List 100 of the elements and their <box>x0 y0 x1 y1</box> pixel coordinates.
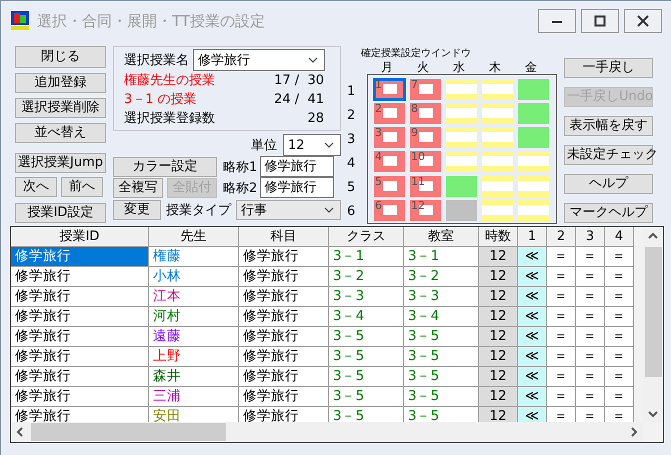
column-header[interactable]: 教室 <box>404 227 479 247</box>
table-cell: ≪ <box>518 287 547 307</box>
table-cell: 修学旅行 <box>239 347 329 367</box>
table-cell: ＝ <box>605 347 634 367</box>
table-cell: 3－2 <box>329 267 404 287</box>
action-button[interactable]: 閉じる <box>15 46 106 68</box>
action-button[interactable]: 表示幅を戻す <box>564 116 653 136</box>
free-slot[interactable] <box>446 79 477 100</box>
action-button[interactable]: 並べ替え <box>15 123 106 143</box>
table-cell[interactable]: 修学旅行 <box>11 367 149 387</box>
table-cell[interactable]: 修学旅行 <box>11 387 149 407</box>
column-header[interactable]: 3 <box>576 227 605 247</box>
column-header[interactable]: 時数 <box>479 227 518 247</box>
free-slot[interactable] <box>518 200 549 221</box>
day-label: 火 <box>416 60 430 74</box>
type-dropdown[interactable]: 行事 <box>236 200 341 220</box>
table-cell: 12 <box>479 327 518 347</box>
action-button[interactable]: 選択授業削除 <box>15 98 106 118</box>
column-header[interactable]: 授業ID <box>11 227 149 247</box>
close-icon[interactable] <box>636 14 650 28</box>
action-button[interactable]: 一手戻し <box>564 58 653 78</box>
table-cell: ＝ <box>576 347 605 367</box>
lesson-dropdown[interactable]: 修学旅行 <box>193 49 325 71</box>
table-cell: ＝ <box>605 307 634 327</box>
field-label: 略称1 <box>223 158 258 176</box>
table-cell[interactable]: 修学旅行 <box>11 347 149 367</box>
free-slot[interactable] <box>446 127 477 148</box>
fixed-slot[interactable] <box>518 127 549 148</box>
free-slot[interactable] <box>482 79 513 100</box>
window-title: 選択・合同・展開・TT授業の設定 <box>37 12 266 30</box>
table-cell: 3－5 <box>329 407 404 423</box>
grid-title: 確定授業設定ウインドウ <box>360 48 472 60</box>
table-cell: 3－3 <box>404 287 479 307</box>
input-field[interactable]: 修学旅行 <box>260 177 334 198</box>
free-slot[interactable] <box>446 103 477 124</box>
table-cell[interactable]: 修学旅行 <box>11 267 149 287</box>
table-cell: ＝ <box>576 387 605 407</box>
table-cell: 3－5 <box>329 347 404 367</box>
table-cell: ＝ <box>547 347 576 367</box>
blocked-slot[interactable] <box>446 200 477 221</box>
table-cell: ≪ <box>518 327 547 347</box>
maximize-button[interactable] <box>581 9 619 33</box>
table-cell: 3－5 <box>329 367 404 387</box>
free-slot[interactable] <box>518 151 549 172</box>
action-button[interactable]: 次へ <box>15 177 57 197</box>
free-slot[interactable] <box>446 151 477 172</box>
teacher-cell: 三浦 <box>149 387 239 407</box>
day-label: 月 <box>380 60 394 74</box>
free-slot[interactable] <box>482 103 513 124</box>
column-header[interactable]: 1 <box>518 227 547 247</box>
table-cell: 3－5 <box>404 347 479 367</box>
period-label: 3 <box>347 131 356 149</box>
input-field[interactable]: 修学旅行 <box>260 156 334 177</box>
copy-button[interactable]: 全複写 <box>113 178 163 198</box>
period-label: 1 <box>347 83 356 101</box>
table-cell: ＝ <box>547 407 576 423</box>
column-header[interactable]: クラス <box>329 227 404 247</box>
action-button[interactable]: ヘルプ <box>564 174 653 194</box>
stat-label: 権藤先生の授業 <box>124 72 215 90</box>
action-button[interactable]: 選択授業Jump <box>15 153 106 173</box>
column-header[interactable]: 先生 <box>149 227 239 247</box>
column-header[interactable]: 4 <box>605 227 634 247</box>
action-button[interactable]: 前へ <box>61 177 103 197</box>
field-label: 略称2 <box>223 180 258 196</box>
table-cell[interactable]: 修学旅行 <box>11 327 149 347</box>
column-header[interactable]: 科目 <box>239 227 329 247</box>
change-button[interactable]: 変更 <box>113 200 161 220</box>
action-button[interactable]: 授業ID設定 <box>15 203 106 223</box>
table-cell: 3－5 <box>329 327 404 347</box>
column-header[interactable]: 2 <box>547 227 576 247</box>
table-cell: 3－5 <box>404 367 479 387</box>
fixed-slot[interactable] <box>518 103 549 124</box>
table-cell: ＝ <box>576 267 605 287</box>
table-cell: ＝ <box>605 267 634 287</box>
period-label: 6 <box>347 203 356 221</box>
teacher-cell: 遠藤 <box>149 327 239 347</box>
table-cell[interactable]: 修学旅行 <box>11 247 149 267</box>
table-cell[interactable]: 修学旅行 <box>11 307 149 327</box>
stat-label: 選択授業登録数 <box>124 110 215 128</box>
color-settings-button[interactable]: カラー設定 <box>113 156 217 176</box>
table-cell[interactable]: 修学旅行 <box>11 287 149 307</box>
teacher-cell: 小林 <box>149 267 239 287</box>
free-slot[interactable] <box>482 151 513 172</box>
close-button[interactable] <box>624 9 662 33</box>
action-button[interactable]: 追加登録 <box>15 73 106 93</box>
table-cell: 3－5 <box>329 387 404 407</box>
fixed-slot[interactable] <box>518 79 549 100</box>
table-cell[interactable]: 修学旅行 <box>11 407 149 423</box>
fixed-slot[interactable] <box>446 176 477 197</box>
free-slot[interactable] <box>518 176 549 197</box>
table-cell: 12 <box>479 407 518 423</box>
minimize-button[interactable] <box>538 9 576 33</box>
table-cell: ≪ <box>518 247 547 267</box>
free-slot[interactable] <box>482 127 513 148</box>
free-slot[interactable] <box>482 200 513 221</box>
free-slot[interactable] <box>482 176 513 197</box>
table-cell: ＝ <box>547 327 576 347</box>
unit-dropdown[interactable]: 12 <box>283 134 341 156</box>
action-button[interactable]: マークヘルプ <box>564 203 653 223</box>
maximize-icon[interactable] <box>594 15 606 27</box>
